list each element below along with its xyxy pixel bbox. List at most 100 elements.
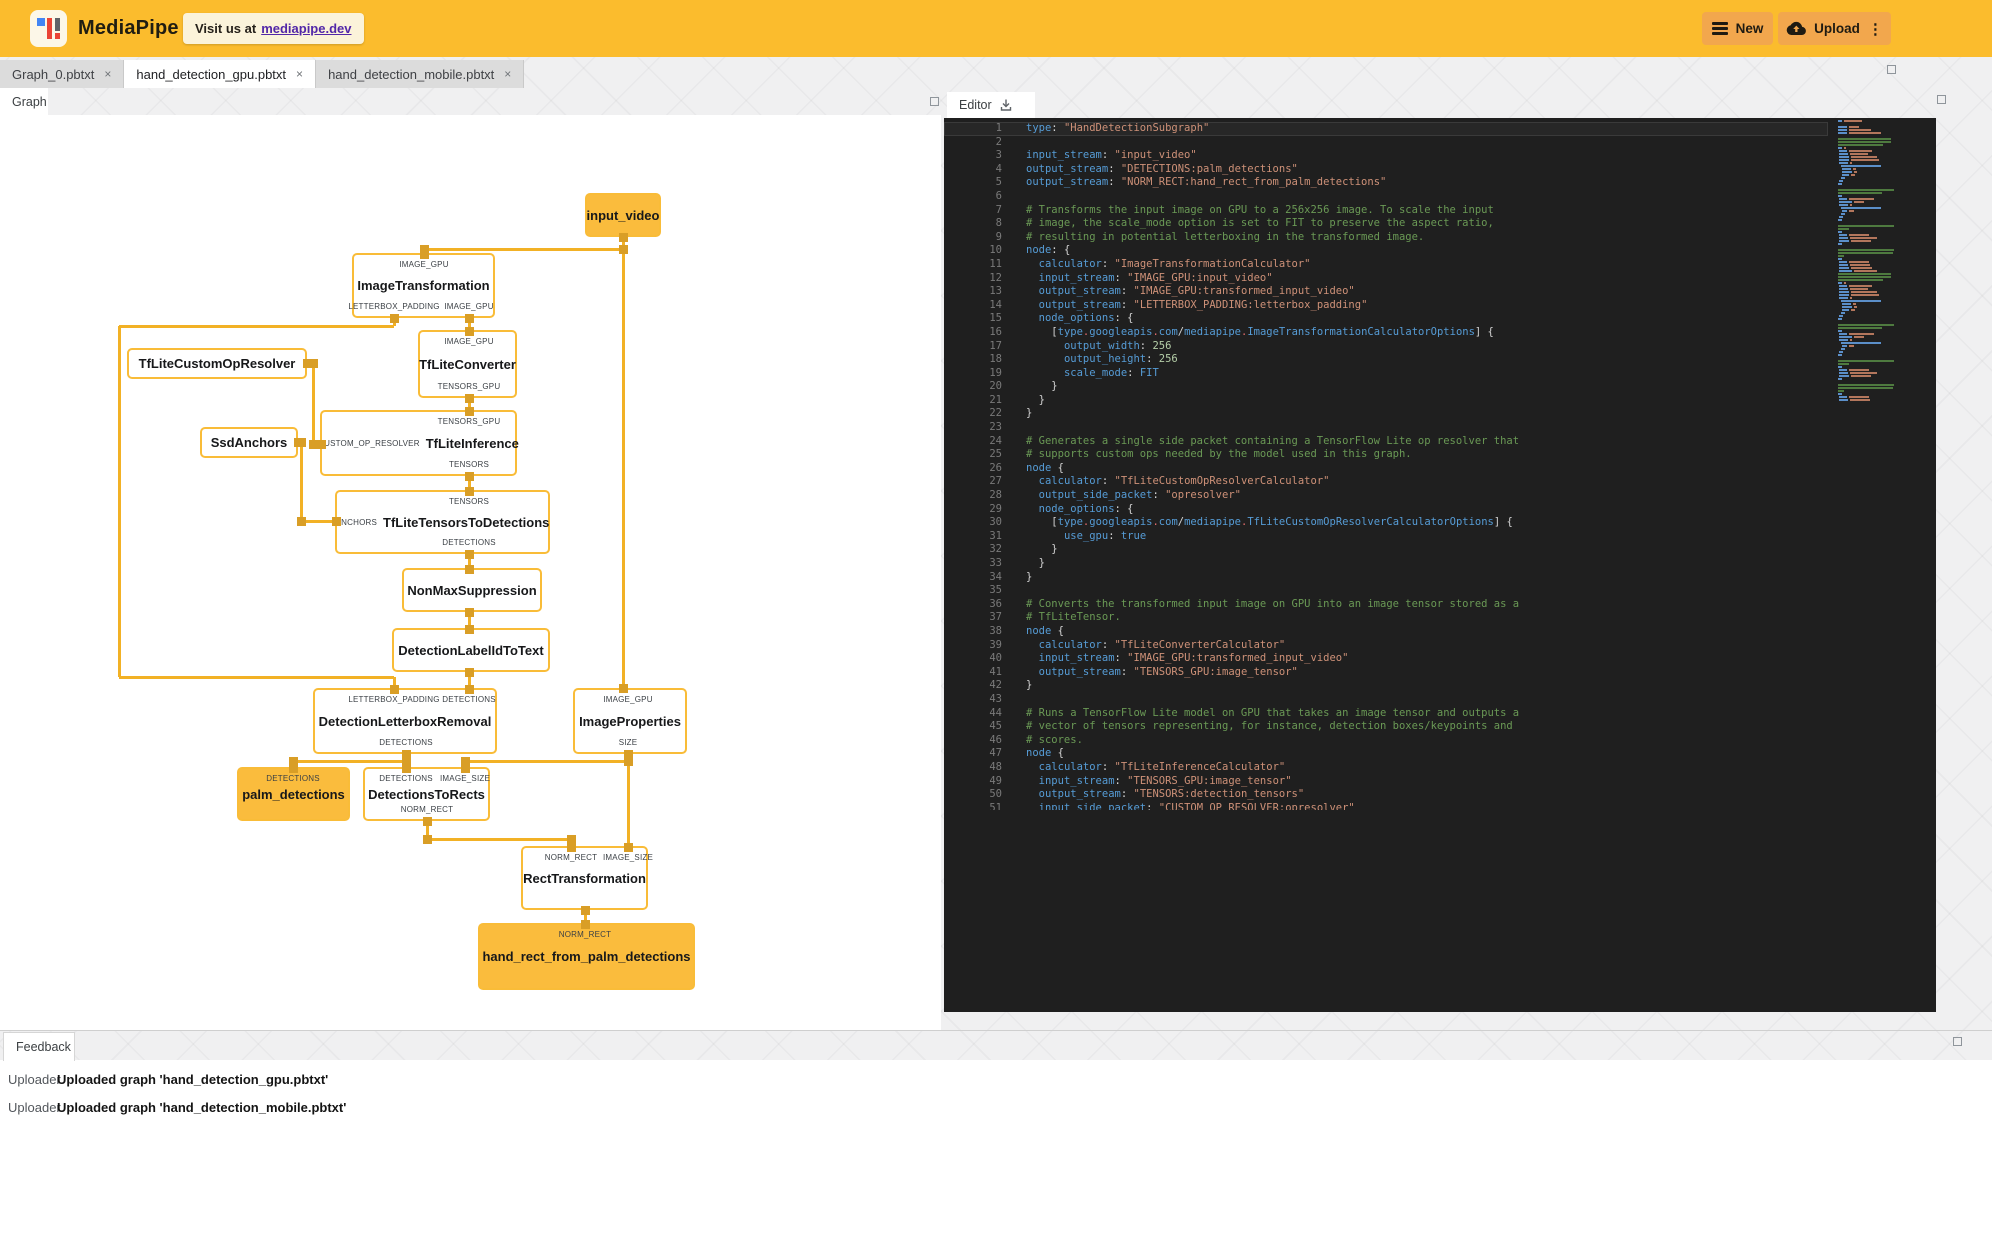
code-line[interactable]: 7 # Transforms the input image on GPU to …	[944, 204, 1828, 218]
new-button-label: New	[1735, 21, 1764, 36]
minimap-line	[1838, 393, 1918, 395]
code-line[interactable]: 23	[944, 421, 1828, 435]
editor-panel-tab[interactable]: Editor	[947, 92, 1035, 118]
code-line[interactable]: 43	[944, 693, 1828, 707]
code-line[interactable]: 27 calculator: "TfLiteCustomOpResolverCa…	[944, 475, 1828, 489]
code-line[interactable]: 21 }	[944, 394, 1828, 408]
code-line[interactable]: 44 # Runs a TensorFlow Lite model on GPU …	[944, 707, 1828, 721]
graph-node-detections-to-rects[interactable]: DETECTIONS IMAGE_SIZE NORM_RECT DetectionsT…	[363, 767, 490, 821]
minimap-line	[1838, 327, 1918, 329]
code-line[interactable]: 31 use_gpu: true	[944, 530, 1828, 544]
line-number: 1	[995, 122, 1002, 134]
graph-node-non-max-suppression[interactable]: NonMaxSuppression	[402, 568, 542, 612]
new-button[interactable]: New	[1702, 12, 1773, 45]
minimap-line	[1838, 258, 1918, 260]
graph-port-joint	[464, 564, 474, 574]
graph-node-title: DetectionLetterboxRemoval	[318, 713, 492, 729]
line-number: 5	[995, 176, 1002, 189]
code-line[interactable]: 8 # image, the scale_mode option is set t…	[944, 217, 1828, 231]
upload-button[interactable]: Upload ⋮	[1778, 12, 1891, 45]
graph-node-ssd-anchors[interactable]: SsdAnchors	[200, 427, 298, 458]
minimap-line	[1838, 231, 1918, 233]
code-line[interactable]: 28 output_side_packet: "opresolver"	[944, 489, 1828, 503]
code-line[interactable]: 10 node: {	[944, 244, 1828, 258]
graph-node-tflite-inference[interactable]: TENSORS_GPU TENSORS CUSTOM_OP_RESOLVER TfLi…	[318, 410, 519, 476]
graph-node-title: TfLiteConverter	[419, 356, 516, 372]
code-line[interactable]: 46 # scores.	[944, 734, 1828, 748]
code-line[interactable]: 17 output_width: 256	[944, 340, 1828, 354]
graph-node-image-transformation[interactable]: IMAGE_GPU LETTERBOX_PADDING IMAGE_GPU Image…	[348, 253, 495, 318]
editor-panel-maximize-icon[interactable]	[1937, 95, 1946, 104]
graph-node-hand-rect-from-palm-detections[interactable]: NORM_RECT hand_rect_from_palm_detections	[478, 923, 695, 990]
line-number: 13	[989, 285, 1002, 298]
graph-node-input-video[interactable]: input_video	[585, 193, 661, 237]
code-line[interactable]: 30 [type.googleapis.com/mediapipe.TfLite…	[944, 516, 1828, 530]
code-editor[interactable]: 1 type: "HandDetectionSubgraph" 2 3 input_st…	[944, 122, 1828, 810]
download-icon[interactable]	[999, 98, 1013, 112]
code-line[interactable]: 16 [type.googleapis.com/mediapipe.ImageT…	[944, 326, 1828, 340]
graph-edge	[424, 247, 623, 251]
code-line[interactable]: 37 # TfLiteTensor.	[944, 611, 1828, 625]
graph-node-tflite-tensors-to-detections[interactable]: TENSORS DETECTIONS ANCHORS TfLiteTensorsToD…	[335, 490, 550, 554]
minimap-line	[1838, 342, 1918, 344]
code-line[interactable]: 5 output_stream: "NORM_RECT:hand_rect_fro…	[944, 176, 1828, 190]
graph-canvas[interactable]: input_video IMAGE_GPU LETTERBOX_PADDING IMA…	[0, 0, 941, 1030]
code-line[interactable]: 24 # Generates a single side packet conta…	[944, 435, 1828, 449]
code-line[interactable]: 29 node_options: {	[944, 503, 1828, 517]
code-line[interactable]: 39 calculator: "TfLiteConverterCalculato…	[944, 639, 1828, 653]
code-line[interactable]: 32 }	[944, 543, 1828, 557]
editor-minimap[interactable]	[1838, 120, 1918, 402]
feedback-panel-tab[interactable]: Feedback	[3, 1032, 75, 1061]
graph-node-palm-detections[interactable]: DETECTIONS palm_detections	[237, 767, 350, 821]
code-line[interactable]: 26 node {	[944, 462, 1828, 476]
code-line[interactable]: 49 input_stream: "TENSORS_GPU:image_tens…	[944, 775, 1828, 789]
code-line[interactable]: 13 output_stream: "IMAGE_GPU:transformed…	[944, 285, 1828, 299]
code-line[interactable]: 50 output_stream: "TENSORS:detection_ten…	[944, 788, 1828, 802]
graph-node-detection-letterbox-removal[interactable]: LETTERBOX_PADDING DETECTIONS DETECTIONS Det…	[313, 688, 497, 754]
code-line[interactable]: 40 input_stream: "IMAGE_GPU:transformed_…	[944, 652, 1828, 666]
code-line[interactable]: 11 calculator: "ImageTransformationCalcu…	[944, 258, 1828, 272]
feedback-panel-maximize-icon[interactable]	[1953, 1037, 1962, 1046]
code-line[interactable]: 34}	[944, 571, 1828, 585]
more-options-icon[interactable]: ⋮	[1868, 20, 1883, 38]
code-line[interactable]: 2	[944, 136, 1828, 150]
graph-node-tflite-custom-op-resolver[interactable]: TfLiteCustomOpResolver	[127, 348, 307, 379]
code-line[interactable]: 45 # vector of tensors representing, for …	[944, 720, 1828, 734]
code-line[interactable]: 47 node {	[944, 747, 1828, 761]
minimap-line	[1838, 201, 1918, 203]
line-number: 20	[989, 380, 1002, 393]
code-line[interactable]: 35	[944, 584, 1828, 598]
layout-maximize-icon[interactable]	[1887, 65, 1896, 74]
code-line[interactable]: 15 node_options: {	[944, 312, 1828, 326]
graph-node-detection-label-id-to-text[interactable]: DetectionLabelIdToText	[392, 628, 550, 672]
line-number: 39	[989, 638, 1002, 651]
code-line[interactable]: 4 output_stream: "DETECTIONS:palm_detecti…	[944, 163, 1828, 177]
graph-port-joint	[464, 486, 474, 496]
code-line[interactable]: 33 }	[944, 557, 1828, 571]
minimap-line	[1838, 318, 1918, 320]
graph-node-tflite-converter[interactable]: IMAGE_GPU TENSORS_GPU TfLiteConverter	[418, 330, 517, 398]
code-line[interactable]: 19 scale_mode: FIT	[944, 367, 1828, 381]
code-line[interactable]: 1 type: "HandDetectionSubgraph"	[944, 122, 1828, 136]
code-line[interactable]: 20 }	[944, 380, 1828, 394]
minimap-line	[1838, 354, 1918, 356]
code-line[interactable]: 6	[944, 190, 1828, 204]
minimap-line	[1838, 309, 1918, 311]
code-line[interactable]: 25 # supports custom ops needed by the mo…	[944, 448, 1828, 462]
code-line[interactable]: 36 # Converts the transformed input image…	[944, 598, 1828, 612]
code-line[interactable]: 18 output_height: 256	[944, 353, 1828, 367]
graph-port-joint	[623, 842, 633, 852]
code-line[interactable]: 22}	[944, 407, 1828, 421]
code-line[interactable]: 48 calculator: "TfLiteInferenceCalculato…	[944, 761, 1828, 775]
code-line[interactable]: 41 output_stream: "TENSORS_GPU:image_ten…	[944, 666, 1828, 680]
code-line[interactable]: 3 input_stream: "input_video"	[944, 149, 1828, 163]
graph-node-rect-transformation[interactable]: NORM_RECT IMAGE_SIZE RectTransformation	[521, 846, 653, 910]
code-line[interactable]: 51 input_side_packet: "CUSTOM_OP_RESOLVE…	[944, 802, 1828, 810]
code-line[interactable]: 9 # resulting in potential letterboxing i…	[944, 231, 1828, 245]
graph-node-image-properties[interactable]: IMAGE_GPU SIZE ImageProperties	[573, 688, 687, 754]
code-line[interactable]: 14 output_stream: "LETTERBOX_PADDING:let…	[944, 299, 1828, 313]
code-line[interactable]: 12 input_stream: "IMAGE_GPU:input_video"	[944, 272, 1828, 286]
code-line[interactable]: 42}	[944, 679, 1828, 693]
code-line[interactable]: 38 node {	[944, 625, 1828, 639]
graph-node-title: ImageProperties	[579, 713, 681, 729]
